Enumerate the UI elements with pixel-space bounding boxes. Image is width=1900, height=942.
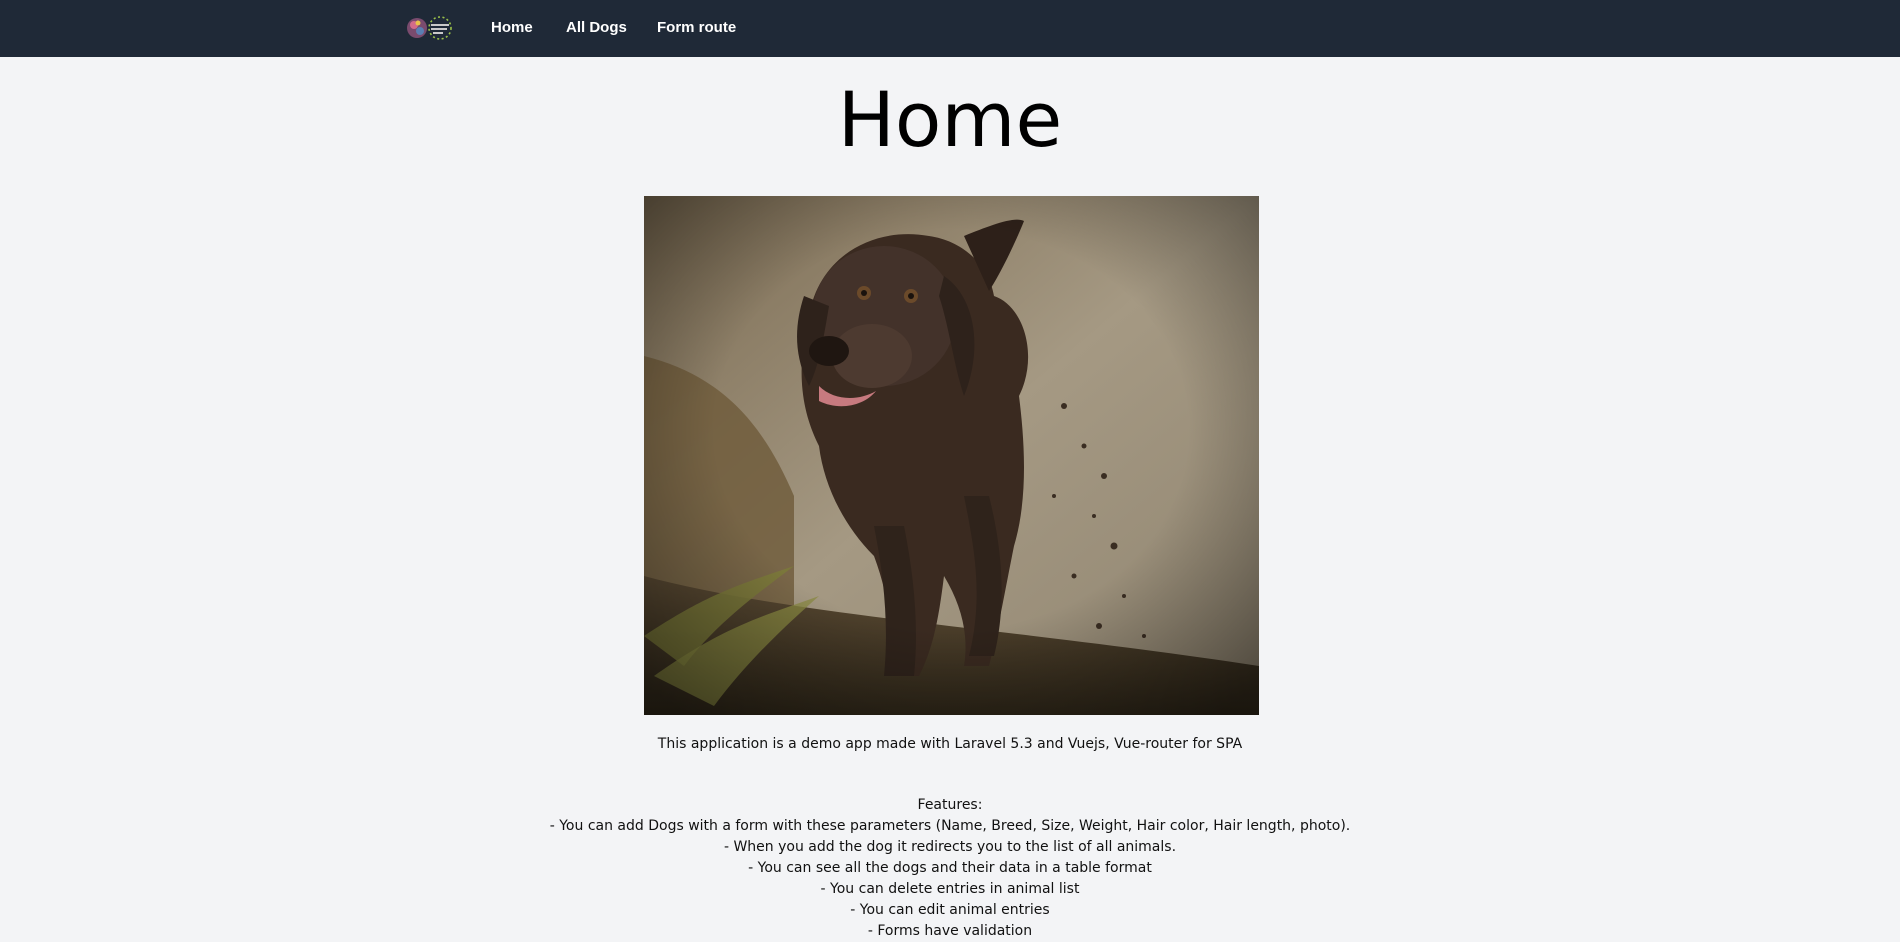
- feature-item: - You can edit animal entries: [850, 902, 1050, 918]
- feature-item: - When you add the dog it redirects you …: [723, 839, 1177, 855]
- dog-photo: [644, 196, 1259, 715]
- dog-photo-illustration: [644, 196, 1259, 715]
- nav-form-route-link[interactable]: Form route: [657, 19, 736, 36]
- features-heading: Features:: [917, 797, 983, 813]
- feature-item: - Forms have validation: [867, 923, 1033, 939]
- app-description: This application is a demo app made with…: [657, 736, 1243, 752]
- feature-item: - You can add Dogs with a form with thes…: [549, 818, 1351, 834]
- nav-home-link[interactable]: Home: [491, 19, 533, 36]
- feature-item: - You can delete entries in animal list: [820, 881, 1080, 897]
- feature-item: - You can see all the dogs and their dat…: [748, 860, 1152, 876]
- top-navbar: Home All Dogs Form route: [0, 0, 1900, 57]
- page-title: Home: [837, 75, 1063, 164]
- site-logo-icon[interactable]: [406, 14, 456, 42]
- features-list: Features: - You can add Dogs with a form…: [0, 795, 1900, 942]
- nav-all-dogs-link[interactable]: All Dogs: [566, 19, 627, 36]
